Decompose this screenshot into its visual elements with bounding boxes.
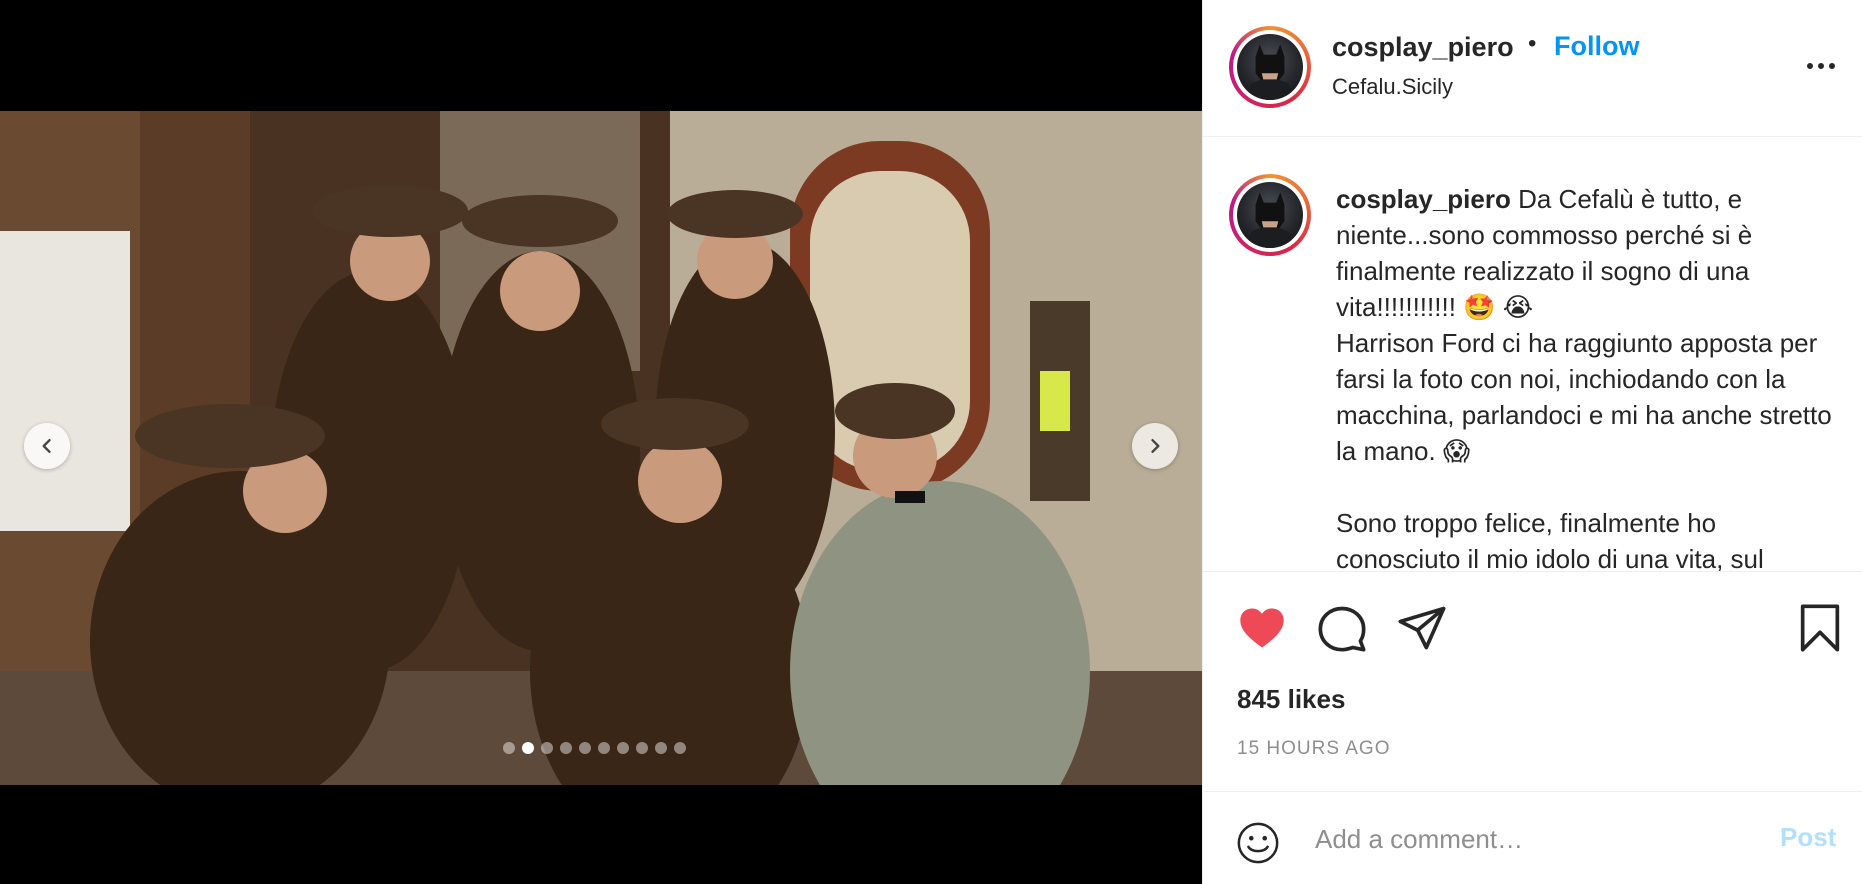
photo-illustration xyxy=(0,111,1202,785)
avatar[interactable] xyxy=(1229,26,1311,108)
follow-button[interactable]: Follow xyxy=(1554,31,1639,62)
location-link[interactable]: Cefalu.Sicily xyxy=(1332,74,1453,100)
batman-avatar-icon xyxy=(1245,44,1295,100)
post-actions: 845 likes 15 HOURS AGO xyxy=(1203,571,1862,791)
comment-button[interactable] xyxy=(1316,602,1368,654)
smiley-icon xyxy=(1237,822,1279,864)
save-button[interactable] xyxy=(1794,602,1846,654)
emoji-button[interactable] xyxy=(1235,820,1281,866)
comment-bubble-icon xyxy=(1318,606,1366,652)
more-options-button[interactable] xyxy=(1801,48,1841,84)
like-button[interactable] xyxy=(1236,602,1288,654)
carousel-next-button[interactable] xyxy=(1132,423,1178,469)
comment-input[interactable] xyxy=(1315,814,1765,864)
carousel-dot xyxy=(560,742,572,754)
carousel-dot xyxy=(655,742,667,754)
carousel-dot xyxy=(579,742,591,754)
post-header: cosplay_piero • Follow Cefalu.Sicily xyxy=(1203,0,1862,137)
batman-avatar-icon xyxy=(1245,192,1295,248)
chevron-right-icon xyxy=(1151,439,1160,453)
post-timestamp[interactable]: 15 HOURS AGO xyxy=(1237,738,1391,760)
post-media xyxy=(0,0,1202,884)
share-button[interactable] xyxy=(1396,602,1448,654)
carousel-dot xyxy=(598,742,610,754)
carousel-indicator xyxy=(503,742,686,754)
paper-plane-icon xyxy=(1398,606,1446,650)
carousel-dot xyxy=(522,742,534,754)
carousel-dot xyxy=(541,742,553,754)
post-comment-button[interactable]: Post xyxy=(1780,822,1836,853)
carousel-dot xyxy=(503,742,515,754)
post-caption: cosplay_piero Da Cefalù è tutto, e nient… xyxy=(1336,181,1836,571)
more-dot xyxy=(1829,63,1835,69)
post-photo[interactable] xyxy=(0,111,1202,785)
carousel-dot xyxy=(636,742,648,754)
header-separator: • xyxy=(1528,30,1537,57)
caption-username[interactable]: cosplay_piero xyxy=(1336,184,1511,214)
carousel-dot xyxy=(617,742,629,754)
more-dot xyxy=(1818,63,1824,69)
comment-bar: Post xyxy=(1203,791,1862,884)
caption-text: Da Cefalù è tutto, e niente...sono commo… xyxy=(1336,184,1832,571)
carousel-prev-button[interactable] xyxy=(24,423,70,469)
caption-avatar[interactable] xyxy=(1229,174,1311,256)
header-username[interactable]: cosplay_piero xyxy=(1332,32,1514,63)
likes-count[interactable]: 845 likes xyxy=(1237,684,1345,715)
carousel-dot xyxy=(674,742,686,754)
chevron-left-icon xyxy=(42,439,51,453)
bookmark-icon xyxy=(1800,604,1840,652)
heart-icon xyxy=(1240,608,1284,648)
caption-area: cosplay_piero Da Cefalù è tutto, e nient… xyxy=(1203,138,1862,571)
post-sidebar: cosplay_piero • Follow Cefalu.Sicily cos… xyxy=(1202,0,1862,884)
more-dot xyxy=(1807,63,1813,69)
